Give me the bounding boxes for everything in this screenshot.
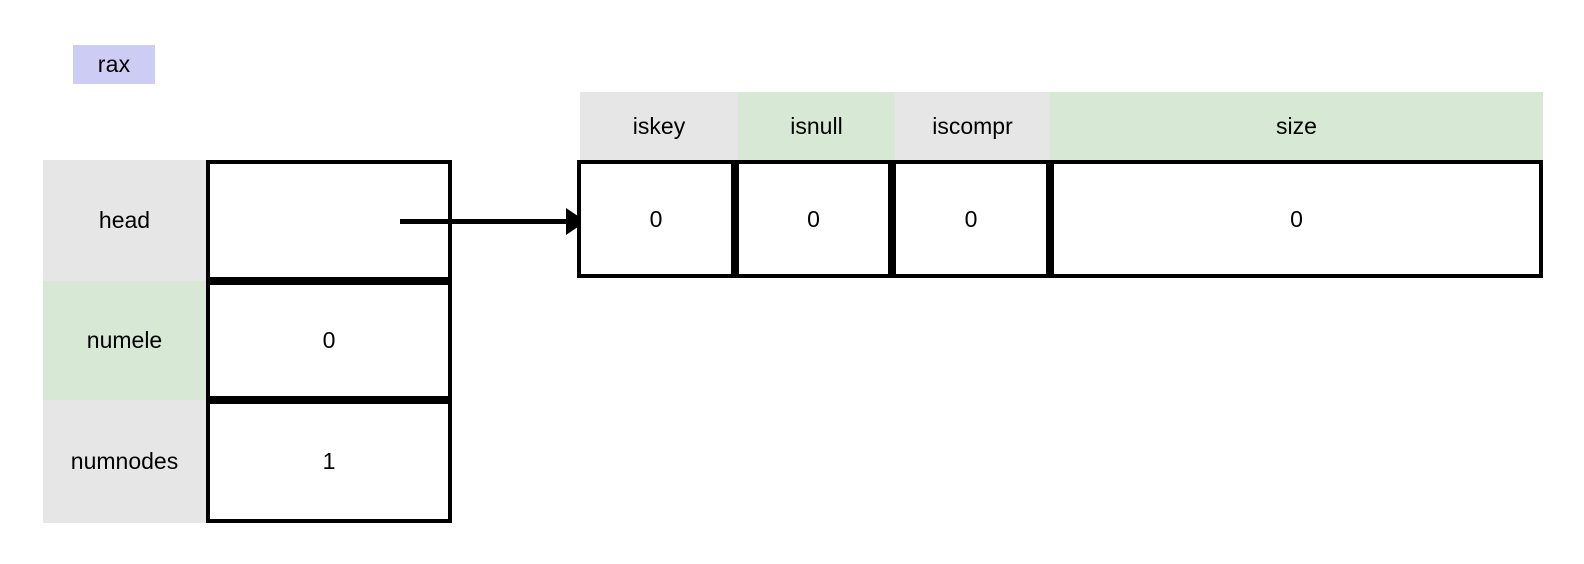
diagram-canvas: rax head numele 0 numnodes 1 iskey isnul… [0,0,1584,564]
struct-row-numnodes: numnodes 1 [43,400,452,523]
node-value-size: 0 [1050,160,1543,278]
node-header-isnull: isnull [738,92,895,160]
node-table-header-row: iskey isnull iscompr size [577,92,1543,160]
struct-field-label-numele: numele [43,281,206,400]
struct-field-label-head: head [43,160,206,281]
arrow-right-icon [398,205,588,239]
node-header-iskey: iskey [580,92,738,160]
struct-row-head: head [43,160,452,281]
node-value-isnull: 0 [735,160,892,278]
register-badge-label: rax [97,51,131,77]
node-value-iscompr: 0 [892,160,1050,278]
node-table-value-row: 0 0 0 0 [577,160,1543,278]
struct-field-value-numnodes: 1 [206,400,452,523]
struct-field-value-numele: 0 [206,281,452,400]
node-table: iskey isnull iscompr size 0 0 0 0 [577,92,1543,278]
register-badge-rax: rax [73,45,155,84]
node-header-size: size [1050,92,1543,160]
node-value-iskey: 0 [577,160,735,278]
struct-row-numele: numele 0 [43,281,452,400]
node-header-iscompr: iscompr [895,92,1050,160]
struct-table: head numele 0 numnodes 1 [43,160,452,523]
struct-field-label-numnodes: numnodes [43,400,206,523]
